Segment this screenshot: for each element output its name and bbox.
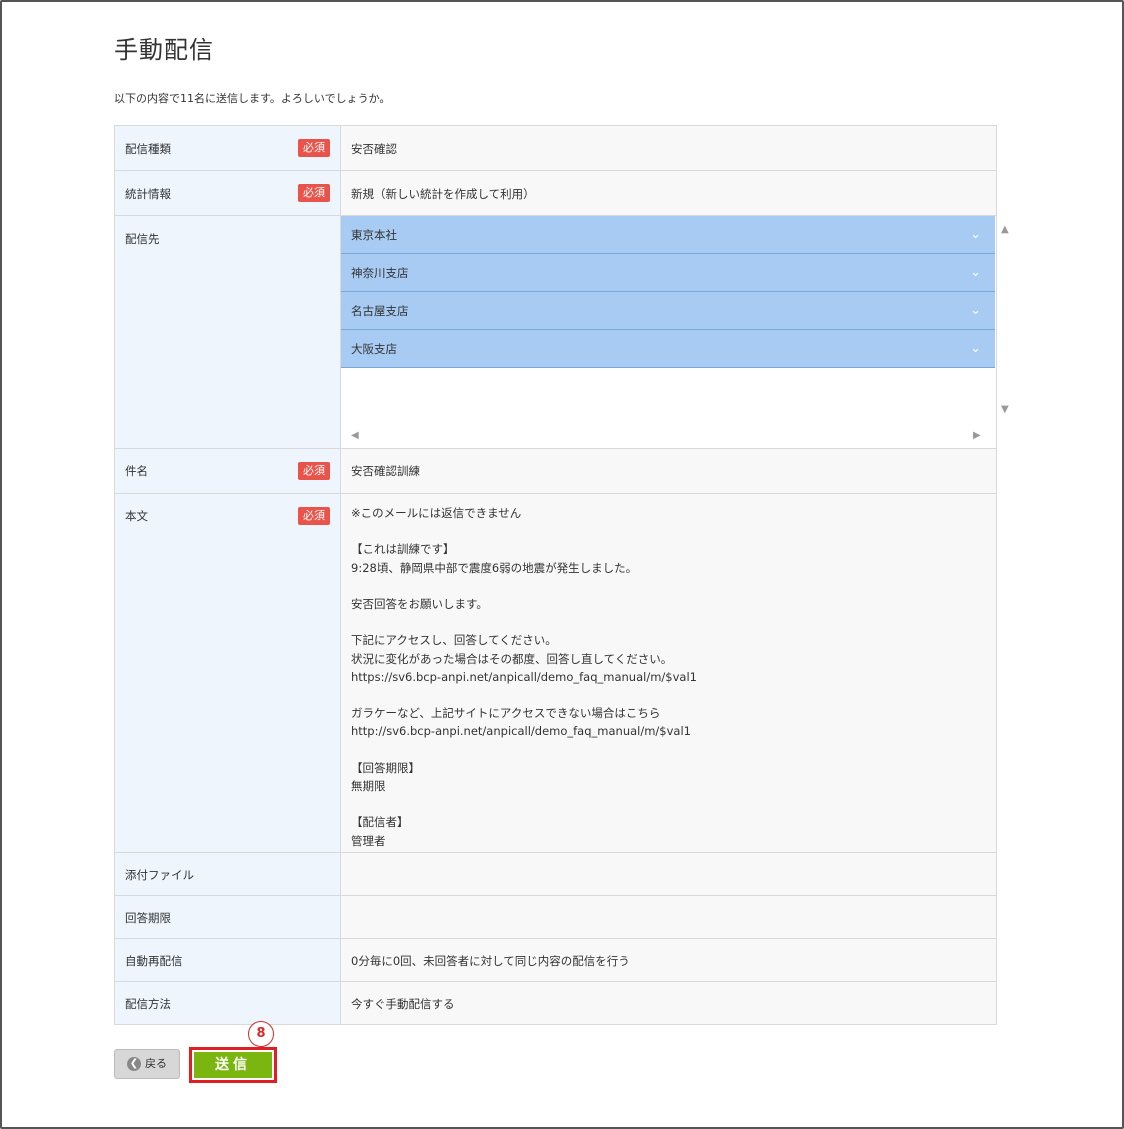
label-cell: 添付ファイル — [114, 852, 341, 896]
required-badge: 必須 — [298, 184, 330, 202]
row-destination: 配信先 東京本社 ⌄ 神奈川支店 ⌄ 名古屋支店 ⌄ 大阪支店 ⌄ ▲ ▼ ◀ … — [114, 215, 1015, 449]
destination-label: 配信先 — [125, 232, 160, 246]
statistics-value: 新規（新しい統計を作成して利用） — [351, 187, 535, 201]
scroll-down-icon[interactable]: ▼ — [1001, 404, 1009, 415]
label-cell: 自動再配信 — [114, 938, 341, 982]
chevron-down-icon[interactable]: ⌄ — [970, 254, 981, 292]
value-cell: 安否確認 — [340, 125, 997, 171]
row-auto-resend: 自動再配信 0分毎に0回、未回答者に対して同じ内容の配信を行う — [114, 938, 997, 982]
back-button-label: 戻る — [145, 1057, 167, 1070]
label-cell: 回答期限 — [114, 895, 341, 939]
body-value: ※このメールには返信できません 【これは訓練です】 9:28頃、静岡県中部で震度… — [351, 506, 697, 848]
attachment-value — [351, 853, 986, 867]
label-cell: 配信種類 必須 — [114, 125, 341, 171]
destination-item[interactable]: 東京本社 ⌄ — [341, 216, 995, 254]
deadline-value — [351, 896, 986, 910]
required-badge: 必須 — [298, 507, 330, 525]
required-badge: 必須 — [298, 139, 330, 157]
value-cell: 安否確認訓練 — [340, 448, 997, 494]
chevron-left-icon: ❮ — [127, 1057, 141, 1071]
label-cell: 統計情報 必須 — [114, 170, 341, 216]
destination-list: 東京本社 ⌄ 神奈川支店 ⌄ 名古屋支店 ⌄ 大阪支店 ⌄ — [341, 216, 995, 368]
attachment-label: 添付ファイル — [125, 868, 194, 882]
destination-item[interactable]: 名古屋支店 ⌄ — [341, 292, 995, 330]
auto-resend-label: 自動再配信 — [125, 954, 183, 968]
delivery-method-value: 今すぐ手動配信する — [351, 997, 455, 1011]
row-body: 本文 必須 ※このメールには返信できません 【これは訓練です】 9:28頃、静岡… — [114, 493, 997, 853]
value-cell — [340, 895, 997, 939]
destination-item-label: 東京本社 — [351, 228, 397, 242]
chevron-down-icon[interactable]: ⌄ — [970, 330, 981, 368]
row-delivery-type: 配信種類 必須 安否確認 — [114, 125, 997, 171]
back-button[interactable]: ❮ 戻る — [114, 1049, 180, 1079]
row-subject: 件名 必須 安否確認訓練 — [114, 448, 997, 494]
value-cell: 新規（新しい統計を作成して利用） — [340, 170, 997, 216]
send-button-highlight: 送信 — [189, 1047, 277, 1083]
row-deadline: 回答期限 — [114, 895, 997, 939]
scroll-up-icon[interactable]: ▲ — [1001, 224, 1009, 235]
confirm-form-table: 配信種類 必須 安否確認 統計情報 必須 新規（新しい統計を作成して利用） 配信… — [114, 125, 1015, 1025]
destination-item-label: 神奈川支店 — [351, 266, 409, 280]
subject-value: 安否確認訓練 — [351, 464, 420, 478]
required-badge: 必須 — [298, 462, 330, 480]
confirm-message: 以下の内容で11名に送信します。よろしいでしょうか。 — [114, 92, 391, 105]
row-attachment: 添付ファイル — [114, 852, 997, 896]
destination-item[interactable]: 大阪支店 ⌄ — [341, 330, 995, 368]
destination-item-label: 名古屋支店 — [351, 304, 409, 318]
chevron-down-icon[interactable]: ⌄ — [970, 292, 981, 330]
page-title: 手動配信 — [114, 36, 214, 64]
destination-item-label: 大阪支店 — [351, 342, 397, 356]
label-cell: 件名 必須 — [114, 448, 341, 494]
chevron-down-icon[interactable]: ⌄ — [970, 216, 981, 254]
horizontal-scrollbar[interactable]: ◀ ▶ — [341, 422, 995, 448]
auto-resend-value: 0分毎に0回、未回答者に対して同じ内容の配信を行う — [351, 954, 630, 968]
destination-item[interactable]: 神奈川支店 ⌄ — [341, 254, 995, 292]
row-delivery-method: 配信方法 今すぐ手動配信する — [114, 981, 997, 1025]
value-cell: 今すぐ手動配信する — [340, 981, 997, 1025]
send-button[interactable]: 送信 — [194, 1052, 272, 1078]
value-cell: 0分毎に0回、未回答者に対して同じ内容の配信を行う — [340, 938, 997, 982]
value-cell — [340, 852, 997, 896]
step-number-badge: 8 — [248, 1021, 274, 1047]
value-cell: ※このメールには返信できません 【これは訓練です】 9:28頃、静岡県中部で震度… — [340, 493, 997, 853]
deadline-label: 回答期限 — [125, 911, 171, 925]
vertical-scrollbar[interactable]: ▲ ▼ — [997, 216, 1015, 422]
destination-scroll-box[interactable]: 東京本社 ⌄ 神奈川支店 ⌄ 名古屋支店 ⌄ 大阪支店 ⌄ ▲ ▼ ◀ ▶ — [341, 216, 1015, 448]
scroll-left-icon[interactable]: ◀ — [351, 430, 359, 441]
row-statistics: 統計情報 必須 新規（新しい統計を作成して利用） — [114, 170, 997, 216]
scroll-right-icon[interactable]: ▶ — [973, 430, 981, 441]
label-cell: 配信先 — [114, 215, 341, 449]
delivery-method-label: 配信方法 — [125, 997, 171, 1011]
destination-cell: 東京本社 ⌄ 神奈川支店 ⌄ 名古屋支店 ⌄ 大阪支店 ⌄ ▲ ▼ ◀ ▶ — [340, 215, 1015, 449]
label-cell: 本文 必須 — [114, 493, 341, 853]
label-cell: 配信方法 — [114, 981, 341, 1025]
delivery-type-value: 安否確認 — [351, 142, 397, 156]
